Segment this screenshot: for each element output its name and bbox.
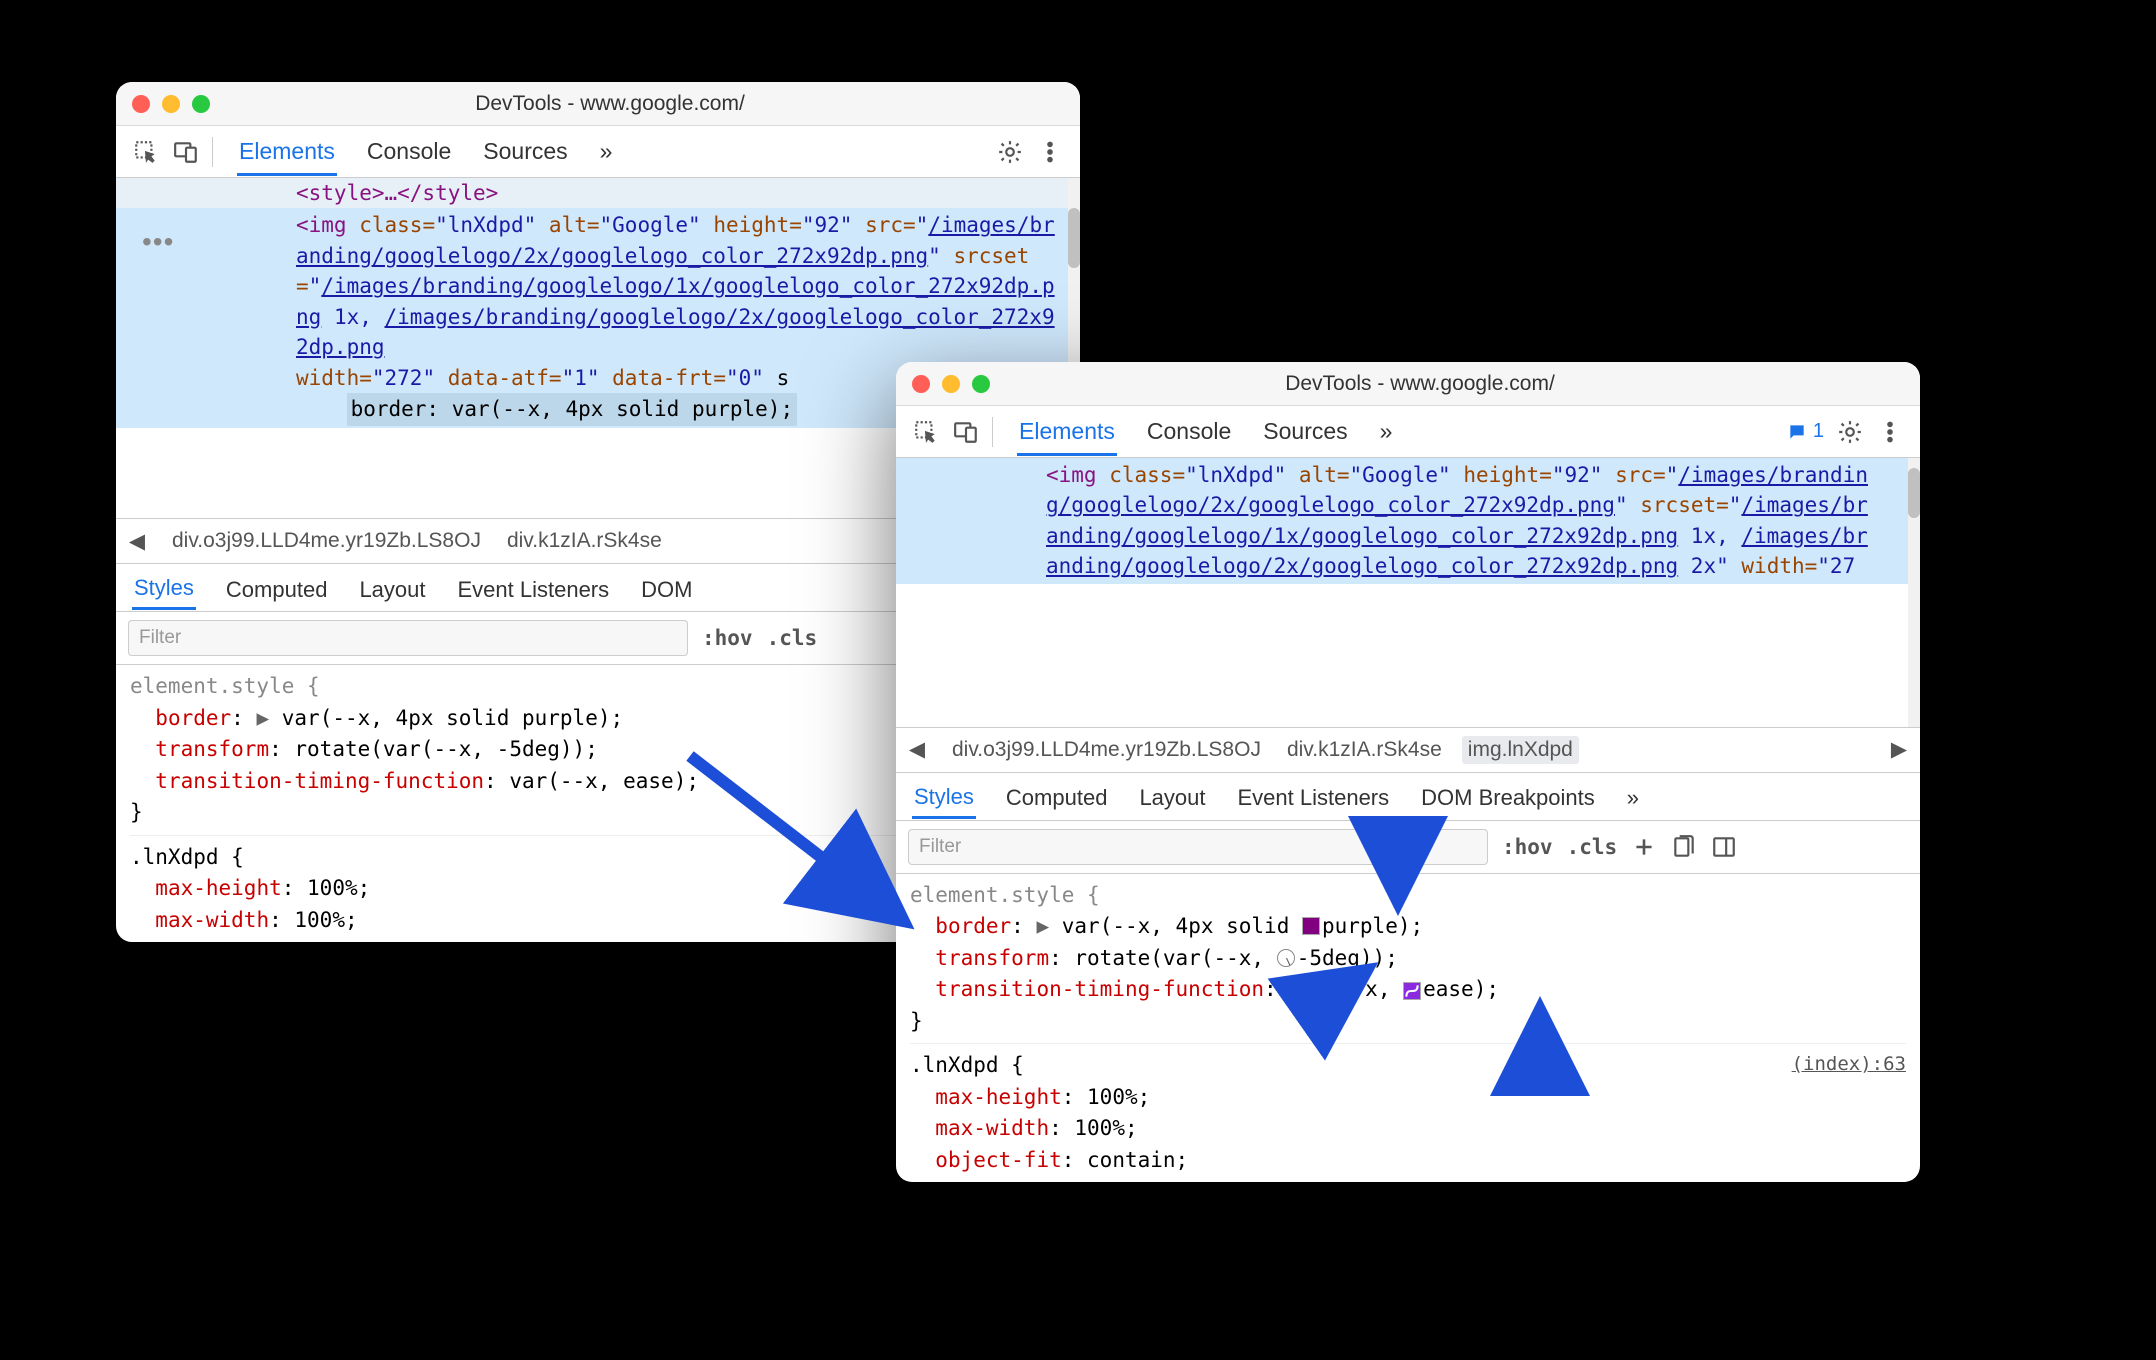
styles-filter-input[interactable]: Filter	[908, 829, 1488, 865]
dom-tree[interactable]: <img class="lnXdpd" alt="Google" height=…	[896, 458, 1920, 727]
crumb-prev-icon[interactable]: ◀	[902, 735, 932, 765]
crumb-next-icon[interactable]: ▶	[1884, 735, 1914, 765]
subtab-dom[interactable]: DOM	[639, 567, 694, 609]
main-toolbar: Elements Console Sources » 1	[896, 406, 1920, 458]
subtab-layout[interactable]: Layout	[357, 567, 427, 609]
more-icon[interactable]	[1876, 418, 1904, 446]
styles-filter-input[interactable]: Filter	[128, 620, 688, 656]
titlebar[interactable]: DevTools - www.google.com/	[896, 362, 1920, 406]
inspect-icon[interactable]	[132, 138, 160, 166]
window-title: DevTools - www.google.com/	[990, 372, 1850, 396]
styles-panel[interactable]: element.style { border: ▶ var(--x, 4px s…	[896, 874, 1920, 1183]
styles-subtabs: Styles Computed Layout Event Listeners D…	[896, 773, 1920, 821]
tab-elements[interactable]: Elements	[1017, 408, 1117, 456]
tab-console[interactable]: Console	[365, 128, 453, 176]
color-swatch-icon[interactable]	[1302, 917, 1320, 935]
window-controls[interactable]	[132, 95, 210, 113]
titlebar[interactable]: DevTools - www.google.com/	[116, 82, 1080, 126]
selected-dom-node[interactable]: <img class="lnXdpd" alt="Google" height=…	[896, 458, 1920, 584]
breadcrumb[interactable]: ◀ div.o3j99.LLD4me.yr19Zb.LS8OJ div.k1zI…	[896, 727, 1920, 773]
hov-toggle[interactable]: :hov	[702, 626, 753, 650]
collapsed-nodes-icon[interactable]: •••	[142, 226, 174, 258]
devtools-window-after: DevTools - www.google.com/ Elements Cons…	[896, 362, 1920, 1182]
scrollbar[interactable]	[1908, 458, 1920, 727]
copy-styles-icon[interactable]	[1671, 834, 1697, 860]
device-icon[interactable]	[172, 138, 200, 166]
subtab-computed[interactable]: Computed	[1004, 775, 1110, 817]
tab-console[interactable]: Console	[1145, 408, 1233, 456]
new-style-rule-icon[interactable]	[1631, 834, 1657, 860]
subtab-layout[interactable]: Layout	[1137, 775, 1207, 817]
window-title: DevTools - www.google.com/	[210, 92, 1010, 116]
bezier-swatch-icon[interactable]	[1403, 982, 1421, 1000]
subtab-dombp[interactable]: DOM Breakpoints	[1419, 775, 1597, 817]
breadcrumb-item[interactable]: div.k1zIA.rSk4se	[1281, 736, 1448, 764]
subtab-listeners[interactable]: Event Listeners	[456, 567, 612, 609]
easing-value[interactable]: ease	[1423, 977, 1474, 1001]
main-tabs: Elements Console Sources »	[225, 128, 984, 176]
tab-sources[interactable]: Sources	[1261, 408, 1349, 456]
issues-badge[interactable]: 1	[1787, 420, 1824, 443]
tabs-overflow-icon[interactable]: »	[1378, 408, 1395, 456]
window-controls[interactable]	[912, 375, 990, 393]
subtab-styles[interactable]: Styles	[912, 774, 976, 819]
inline-style-edit[interactable]: border: var(--x, 4px solid purple);	[347, 393, 798, 425]
crumb-prev-icon[interactable]: ◀	[122, 526, 152, 556]
breadcrumb-item[interactable]: div.k1zIA.rSk4se	[501, 527, 668, 555]
cls-toggle[interactable]: .cls	[1567, 835, 1618, 859]
angle-value[interactable]: -5deg	[1297, 946, 1360, 970]
tab-elements[interactable]: Elements	[237, 128, 337, 176]
breadcrumb-item[interactable]: div.o3j99.LLD4me.yr19Zb.LS8OJ	[166, 527, 487, 555]
tabs-overflow-icon[interactable]: »	[598, 128, 615, 176]
main-toolbar: Elements Console Sources »	[116, 126, 1080, 178]
subtabs-overflow-icon[interactable]: »	[1625, 775, 1641, 817]
subtab-styles[interactable]: Styles	[132, 565, 196, 610]
subtab-computed[interactable]: Computed	[224, 567, 330, 609]
close-button[interactable]	[132, 95, 150, 113]
breadcrumb-item-selected[interactable]: img.lnXdpd	[1462, 736, 1579, 764]
settings-icon[interactable]	[996, 138, 1024, 166]
source-link[interactable]: (index):63	[1792, 1050, 1906, 1079]
tab-sources[interactable]: Sources	[481, 128, 569, 176]
breadcrumb-item[interactable]: div.o3j99.LLD4me.yr19Zb.LS8OJ	[946, 736, 1267, 764]
angle-swatch-icon[interactable]	[1277, 949, 1295, 967]
subtab-listeners[interactable]: Event Listeners	[1236, 775, 1392, 817]
close-button[interactable]	[912, 375, 930, 393]
cls-toggle[interactable]: .cls	[767, 626, 818, 650]
more-icon[interactable]	[1036, 138, 1064, 166]
minimize-button[interactable]	[942, 375, 960, 393]
device-icon[interactable]	[952, 418, 980, 446]
maximize-button[interactable]	[192, 95, 210, 113]
minimize-button[interactable]	[162, 95, 180, 113]
main-tabs: Elements Console Sources »	[1005, 408, 1775, 456]
settings-icon[interactable]	[1836, 418, 1864, 446]
inspect-icon[interactable]	[912, 418, 940, 446]
computed-sidebar-icon[interactable]	[1711, 834, 1737, 860]
maximize-button[interactable]	[972, 375, 990, 393]
hov-toggle[interactable]: :hov	[1502, 835, 1553, 859]
color-value[interactable]: purple	[1322, 914, 1398, 938]
